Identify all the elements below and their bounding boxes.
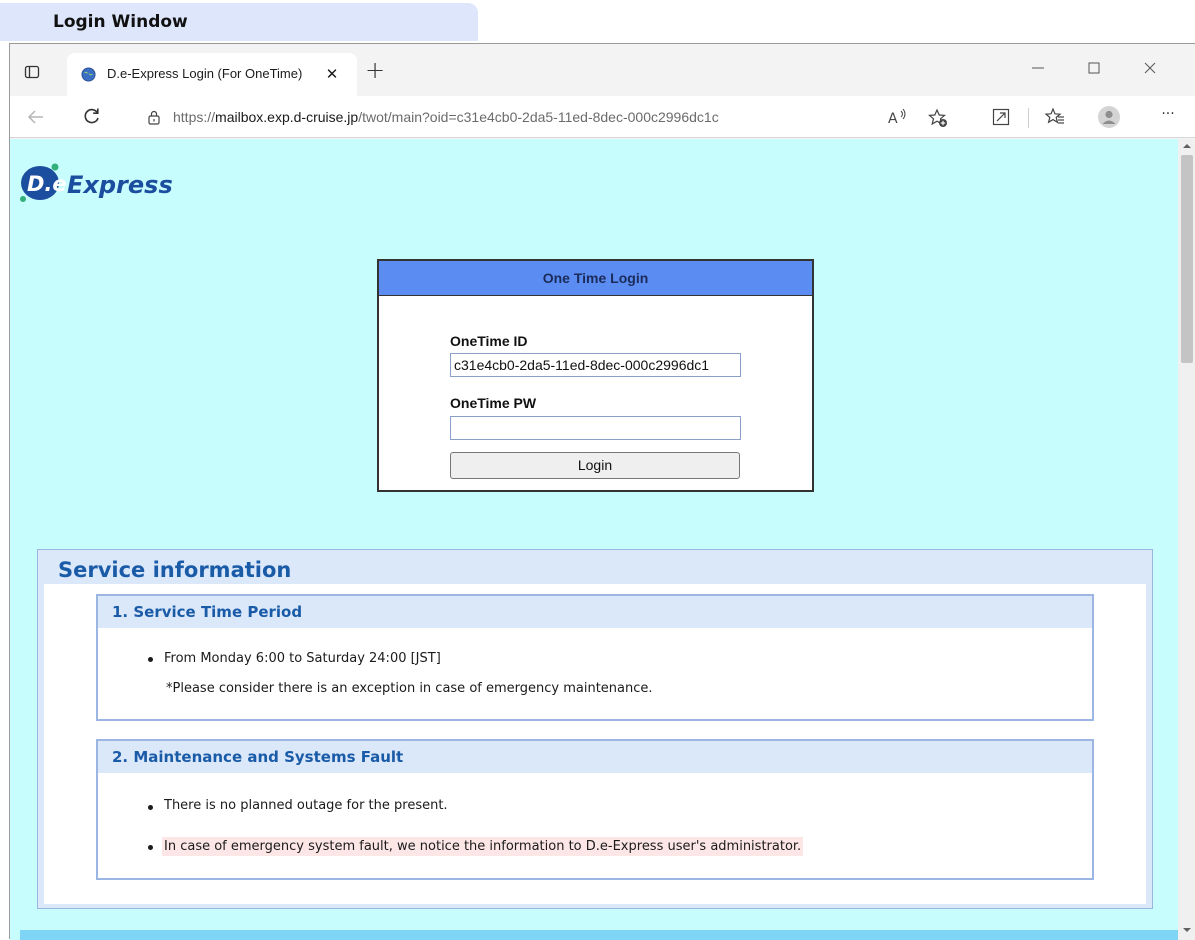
browser-toolbar: https://mailbox.exp.d-cruise.jp/twot/mai… [10,96,1195,138]
url-path: /twot/main?oid=c31e4cb0-2da5-11ed-8dec-0… [358,109,719,125]
add-favorite-icon[interactable] [928,108,948,128]
logo-text: Express [67,171,173,199]
browser-tab[interactable]: D.e-Express Login (For OneTime) ✕ [67,53,357,96]
page-viewport: D.e Express One Time Login OneTime ID c3… [10,139,1178,940]
window-caption-label: Login Window [0,3,478,41]
login-panel-title: One Time Login [379,261,812,296]
scroll-up-arrow-icon[interactable] [1182,141,1192,151]
onetime-id-label: OneTime ID [450,333,528,349]
bullet-dot [148,805,153,810]
address-bar[interactable]: https://mailbox.exp.d-cruise.jp/twot/mai… [123,101,953,133]
section-note: *Please consider there is an exception i… [166,681,653,696]
onetime-pw-label: OneTime PW [450,395,537,411]
toolbar-separator [1028,108,1029,128]
vertical-scrollbar[interactable] [1178,139,1195,940]
service-information-panel: Service information 1. Service Time Peri… [37,549,1153,909]
login-panel: One Time Login OneTime ID c31e4cb0-2da5-… [377,259,814,492]
bullet-dot [148,657,153,662]
lock-icon[interactable] [146,109,162,125]
section-header: 2. Maintenance and Systems Fault [98,741,1092,773]
more-options-icon[interactable]: ··· [1156,106,1180,126]
svg-text:A: A [888,111,898,126]
tab-actions-icon[interactable] [24,64,40,80]
tab-close-icon[interactable]: ✕ [323,65,341,83]
window-close-icon[interactable] [1138,56,1162,80]
browser-window: D.e-Express Login (For OneTime) ✕ + http… [9,43,1195,940]
refresh-icon[interactable] [82,106,102,126]
minimize-icon[interactable] [1026,56,1050,80]
split-screen-icon[interactable] [991,107,1011,127]
maintenance-section: 2. Maintenance and Systems Fault There i… [96,739,1094,880]
scroll-down-arrow-icon[interactable] [1182,925,1192,935]
tab-strip: D.e-Express Login (For OneTime) ✕ + [10,44,1195,96]
list-item-highlighted: In case of emergency system fault, we no… [162,837,804,856]
service-information-body: 1. Service Time Period From Monday 6:00 … [44,584,1146,904]
globe-favicon-icon [81,67,96,82]
read-aloud-icon[interactable]: A [888,108,908,126]
scrollbar-thumb[interactable] [1181,155,1193,363]
new-tab-button[interactable]: + [362,58,388,84]
url-text: https://mailbox.exp.d-cruise.jp/twot/mai… [173,109,719,125]
back-arrow-icon[interactable] [26,107,46,127]
favorites-icon[interactable] [1045,107,1065,127]
logo-mark-text: D.e [27,172,67,196]
login-button[interactable]: Login [450,452,740,479]
url-host: mailbox.exp.d-cruise.jp [215,109,359,125]
tab-title: D.e-Express Login (For OneTime) [107,66,303,81]
onetime-pw-input[interactable] [450,416,741,440]
bullet-dot [148,845,153,850]
service-information-title: Service information [58,558,292,582]
list-item: From Monday 6:00 to Saturday 24:00 [JST] [164,651,441,666]
service-time-section: 1. Service Time Period From Monday 6:00 … [96,594,1094,721]
section-header: 1. Service Time Period [98,596,1092,628]
profile-avatar-icon[interactable] [1098,106,1120,128]
url-scheme: https:// [173,109,216,125]
onetime-id-input[interactable]: c31e4cb0-2da5-11ed-8dec-000c2996dc1 [450,353,741,377]
list-item: There is no planned outage for the prese… [164,798,448,813]
de-express-logo: D.e Express [20,163,173,202]
maximize-icon[interactable] [1082,56,1106,80]
